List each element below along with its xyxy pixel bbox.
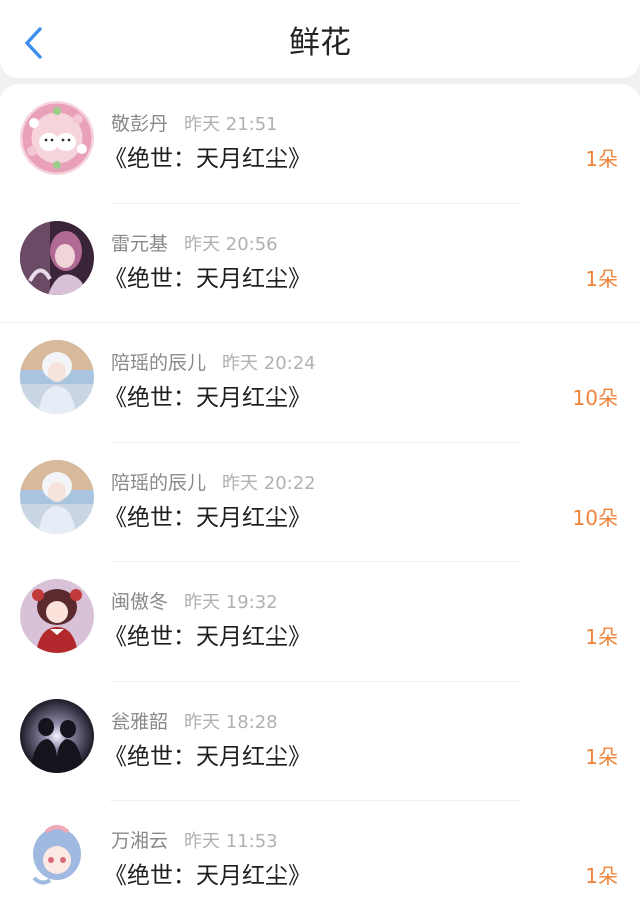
back-button[interactable] <box>22 26 48 60</box>
send-time: 昨天 18:28 <box>184 711 278 733</box>
sender-name: 万湘云 昨天 11:53 <box>111 830 278 852</box>
top-bar: 鲜花 <box>0 0 640 78</box>
gift-list: 敬彭丹 昨天 21:51 《绝世：天月红尘》 1朵 雷元基 昨天 20:56 《绝世… <box>0 84 640 915</box>
chevron-left-icon <box>25 27 42 59</box>
avatar[interactable] <box>20 698 94 773</box>
list-item[interactable]: 瓮雅韶 昨天 18:28 《绝世：天月红尘》 1朵 <box>0 682 640 801</box>
sender-name: 雷元基 昨天 20:56 <box>111 232 278 255</box>
page-title: 鲜花 <box>289 25 351 61</box>
sender-name: 陪瑶的辰儿 昨天 20:24 <box>111 352 316 374</box>
book-title: 《绝世：天月红尘》 <box>104 743 311 770</box>
list-item[interactable]: 陪瑶的辰儿 昨天 20:22 《绝世：天月红尘》 10朵 <box>0 443 640 562</box>
sender-name: 闽傲冬 昨天 19:32 <box>111 591 278 613</box>
flower-count: 1朵 <box>585 864 618 888</box>
flower-count: 1朵 <box>585 625 618 649</box>
book-title: 《绝世：天月红尘》 <box>104 146 311 172</box>
list-item[interactable]: 敬彭丹 昨天 21:51 《绝世：天月红尘》 1朵 <box>0 84 640 204</box>
avatar[interactable] <box>20 818 94 892</box>
flower-count: 10朵 <box>572 505 618 530</box>
sender-name: 陪瑶的辰儿 昨天 20:22 <box>111 471 316 494</box>
book-title: 《绝世：天月红尘》 <box>104 265 311 292</box>
list-item[interactable]: 雷元基 昨天 20:56 《绝世：天月红尘》 1朵 <box>0 204 640 323</box>
avatar[interactable] <box>20 340 94 414</box>
avatar[interactable] <box>20 101 94 175</box>
avatar[interactable] <box>20 579 94 653</box>
avatar[interactable] <box>20 220 94 295</box>
list-item[interactable]: 陪瑶的辰儿 昨天 20:24 《绝世：天月红尘》 10朵 <box>0 323 640 443</box>
list-item[interactable]: 万湘云 昨天 11:53 《绝世：天月红尘》 1朵 <box>0 801 640 915</box>
send-time: 昨天 21:51 <box>184 114 278 135</box>
send-time: 昨天 20:56 <box>184 233 278 255</box>
flower-count: 10朵 <box>572 386 618 410</box>
send-time: 昨天 19:32 <box>184 592 278 613</box>
flower-count: 1朵 <box>585 147 618 171</box>
book-title: 《绝世：天月红尘》 <box>104 624 311 650</box>
anime-white-hair-boy-avatar <box>20 459 94 534</box>
book-title: 《绝世：天月红尘》 <box>104 504 311 531</box>
flower-count: 1朵 <box>585 266 618 291</box>
anime-blue-hair-girl-avatar <box>20 818 94 892</box>
anime-purple-girl-avatar <box>20 220 94 295</box>
cat-flower-wreath-avatar <box>20 101 94 175</box>
book-title: 《绝世：天月红尘》 <box>104 863 311 889</box>
couple-silhouette-avatar <box>20 698 94 773</box>
send-time: 昨天 11:53 <box>184 831 278 852</box>
send-time: 昨天 20:24 <box>222 353 316 374</box>
anime-red-dress-girl-avatar <box>20 579 94 653</box>
avatar[interactable] <box>20 459 94 534</box>
list-item[interactable]: 闽傲冬 昨天 19:32 《绝世：天月红尘》 1朵 <box>0 562 640 682</box>
send-time: 昨天 20:22 <box>222 472 316 494</box>
flower-count: 1朵 <box>585 744 618 769</box>
anime-white-hair-boy-avatar <box>20 340 94 414</box>
sender-name: 瓮雅韶 昨天 18:28 <box>111 710 278 733</box>
sender-name: 敬彭丹 昨天 21:51 <box>111 113 278 135</box>
book-title: 《绝世：天月红尘》 <box>104 385 311 411</box>
